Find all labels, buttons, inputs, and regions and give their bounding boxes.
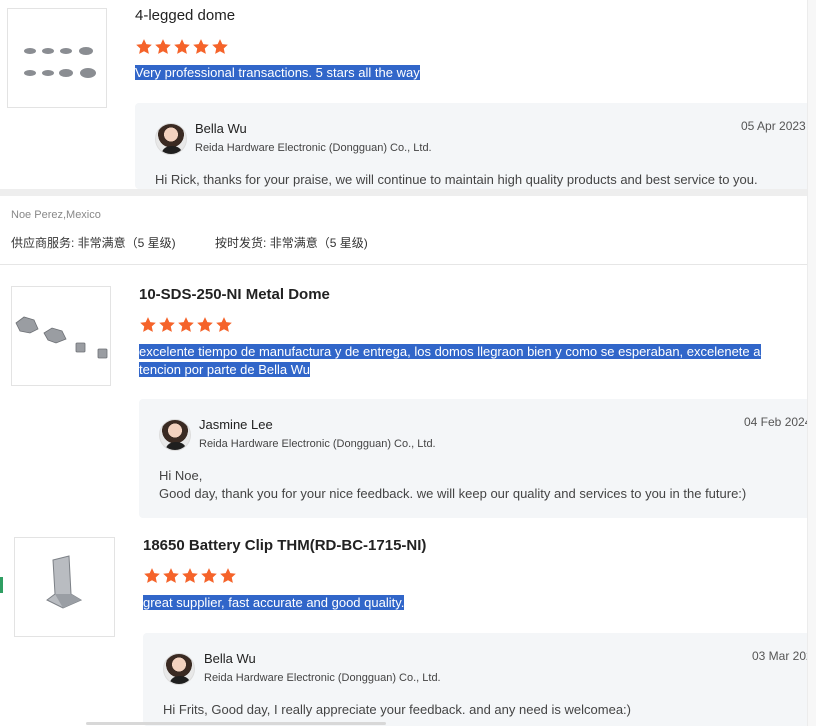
edge-marker [0,577,3,593]
star-icon [201,568,217,583]
comment-text: Very professional transactions. 5 stars … [135,65,420,80]
reply-text-line: Hi Noe, [159,468,203,483]
metal-dome-image [24,47,96,78]
reply-text: Hi Rick, thanks for your praise, we will… [155,172,758,187]
star-icon [178,317,194,332]
product-title[interactable]: 4-legged dome [135,7,235,24]
supplier-reply: Bella Wu Reida Hardware Electronic (Dong… [143,633,816,726]
reply-company: Reida Hardware Electronic (Dongguan) Co.… [199,438,436,450]
reply-author: Bella Wu [204,651,256,666]
ratings-row: 供应商服务: 非常满意（5 星级) 按时发货: 非常满意（5 星级) [11,234,404,251]
reply-date: 04 Feb 2024 [744,415,812,429]
star-icon [159,317,175,332]
supplier-reply: Jasmine Lee Reida Hardware Electronic (D… [139,399,812,518]
star-icon [163,568,179,583]
star-icon [193,39,209,54]
star-icon [136,39,152,54]
product-thumbnail[interactable] [14,537,115,637]
reply-company: Reida Hardware Electronic (Dongguan) Co.… [204,672,441,684]
star-rating [135,38,229,56]
rating-on-time-shipment: 按时发货: 非常满意（5 星级) [215,236,368,250]
star-icon [182,568,198,583]
reply-company: Reida Hardware Electronic (Dongguan) Co.… [195,142,432,154]
comment-text-line: tencion por parte de Bella Wu [139,362,311,377]
star-icon [155,39,171,54]
product-title[interactable]: 18650 Battery Clip THM(RD-BC-1715-NI) [143,537,426,554]
reply-text: Hi Frits, Good day, I really appreciate … [163,702,631,717]
star-rating [143,567,237,585]
star-icon [174,39,190,54]
reply-text-line: Good day, thank you for your nice feedba… [159,486,747,501]
star-icon [144,568,160,583]
metal-dome-image [15,316,108,359]
star-icon [140,317,156,332]
product-thumbnail[interactable] [11,286,111,386]
reply-author: Bella Wu [195,121,247,136]
battery-clip-image [46,555,83,609]
comment-text-line: excelente tiempo de manufactura y de ent… [139,344,761,359]
star-icon [216,317,232,332]
star-icon [212,39,228,54]
horizontal-scrollbar[interactable] [86,722,386,725]
comment-text: great supplier, fast accurate and good q… [143,595,405,610]
review-comment: great supplier, fast accurate and good q… [143,594,405,612]
star-icon [197,317,213,332]
rating-supplier-service: 供应商服务: 非常满意（5 星级) [11,236,176,250]
star-rating [139,316,233,334]
divider [0,264,808,265]
reply-author: Jasmine Lee [199,417,273,432]
product-thumbnail[interactable] [7,8,107,108]
supplier-reply: Bella Wu Reida Hardware Electronic (Dong… [135,103,810,189]
review-comment: excelente tiempo de manufactura y de ent… [139,343,761,379]
review-comment: Very professional transactions. 5 stars … [135,64,420,82]
avatar [155,123,187,155]
reply-date: 05 Apr 2023 [741,119,806,133]
star-icon [220,568,236,583]
avatar [159,419,191,451]
section-divider [0,189,808,196]
vertical-scrollbar[interactable] [807,0,816,726]
product-title[interactable]: 10-SDS-250-NI Metal Dome [139,286,330,303]
buyer-name: Noe Perez,Mexico [11,209,101,221]
avatar [163,653,195,685]
